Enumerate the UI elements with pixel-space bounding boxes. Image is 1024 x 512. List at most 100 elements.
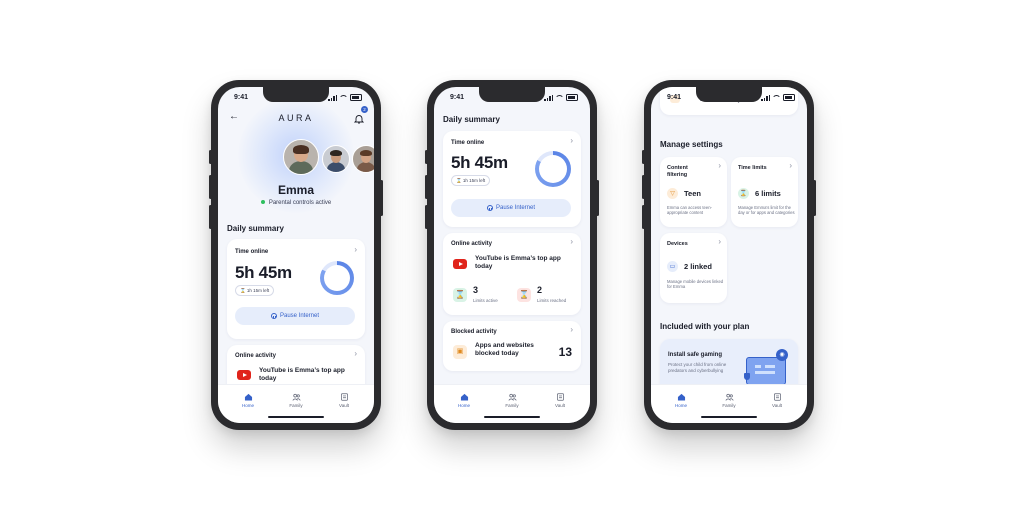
limits-reached-label: Limits reached: [537, 298, 567, 303]
tab-vault[interactable]: Vault: [762, 393, 792, 408]
limits-reached-icon: ⌛: [517, 288, 531, 302]
avatar-child-2[interactable]: [322, 145, 350, 173]
tab-vault[interactable]: Vault: [545, 393, 575, 408]
blocked-activity-text: Apps and websites blocked today: [475, 342, 534, 357]
vault-icon: [340, 393, 348, 401]
devices-title: Devices: [667, 241, 688, 247]
hourglass-icon: ⌛: [738, 188, 749, 199]
content-filtering-desc: Emma can access teen-appropriate content: [667, 205, 712, 216]
phone-mockup-settings: Blocked today 9:41 Manage settings Conte…: [642, 80, 816, 430]
online-activity-card[interactable]: Online activity › YouTube is Emma’s top …: [443, 233, 581, 315]
time-online-card[interactable]: Time online › 5h 45m ⌛ 1h 15m left Pause…: [443, 131, 581, 227]
tab-home[interactable]: Home: [449, 393, 479, 408]
devices-value: 2 linked: [684, 262, 712, 271]
devices-icon: ▭: [667, 261, 678, 272]
tab-bar: Home Family Vault: [651, 384, 807, 423]
tab-bar: Home Family Vault: [218, 384, 374, 423]
chevron-right-icon: ›: [570, 237, 573, 246]
safe-gaming-desc: Protect your child from online predators…: [668, 362, 727, 373]
time-online-title: Time online: [451, 140, 485, 146]
chevron-right-icon: ›: [718, 237, 721, 246]
time-progress-ring: [535, 151, 571, 187]
blocked-icon: ▣: [453, 345, 467, 359]
time-limits-card[interactable]: Time limits › ⌛ 6 limits Manage Emma’s l…: [731, 157, 798, 227]
limits-active-label: Limits active: [473, 298, 498, 303]
tab-family[interactable]: Family: [714, 393, 744, 408]
included-plan-heading: Included with your plan: [660, 322, 750, 331]
time-progress-ring: [320, 261, 354, 295]
pause-icon: [486, 205, 493, 211]
tab-vault[interactable]: Vault: [329, 393, 359, 408]
chevron-right-icon: ›: [354, 245, 357, 254]
vault-icon: [773, 393, 781, 401]
status-icons: [544, 94, 578, 101]
daily-summary-heading: Daily summary: [443, 115, 500, 124]
vault-icon: [556, 393, 564, 401]
pause-internet-button[interactable]: Pause Internet: [235, 307, 355, 325]
blocked-count: 13: [558, 345, 572, 359]
phone-mockup-profile: 9:41 ← AURA 2 Emma Parental controls act…: [209, 80, 383, 430]
avatar-child-3[interactable]: [352, 145, 374, 173]
tab-home[interactable]: Home: [233, 393, 263, 408]
hourglass-icon: ⌛: [240, 287, 247, 293]
online-dot: [260, 200, 265, 205]
limits-active-icon: ⌛: [453, 288, 467, 302]
manage-settings-heading: Manage settings: [660, 140, 723, 149]
time-limits-desc: Manage Emma’s limit for the day or for a…: [738, 205, 795, 216]
pause-icon: [270, 313, 277, 319]
chevron-right-icon: ›: [570, 136, 573, 145]
status-time: 9:41: [667, 94, 682, 101]
shield-icon: [744, 373, 750, 380]
status-time: 9:41: [234, 94, 249, 101]
content-filtering-card[interactable]: Content filtering › ▽ Teen Emma can acce…: [660, 157, 727, 227]
family-icon: [291, 393, 301, 401]
tab-family[interactable]: Family: [497, 393, 527, 408]
online-activity-text: YouTube is Emma’s top app today: [475, 255, 561, 270]
time-online-title: Time online: [235, 249, 269, 255]
time-online-value: 5h 45m: [235, 263, 292, 282]
time-online-value: 5h 45m: [451, 153, 508, 172]
profile-status: Parental controls active: [218, 200, 374, 206]
youtube-icon: [453, 259, 467, 269]
status-icons: [328, 94, 362, 101]
screen: Blocked today 9:41 Manage settings Conte…: [651, 87, 807, 423]
tab-bar: Home Family Vault: [434, 384, 590, 423]
online-activity-title: Online activity: [235, 353, 277, 359]
daily-summary-heading: Daily summary: [227, 224, 284, 233]
chevron-right-icon: ›: [354, 349, 357, 358]
blocked-activity-title: Blocked activity: [451, 329, 497, 335]
filter-icon: ▽: [667, 188, 678, 199]
time-left-pill: ⌛ 1h 15m left: [451, 175, 491, 186]
home-icon: [677, 393, 685, 401]
pause-internet-button[interactable]: Pause Internet: [451, 199, 571, 217]
limits-active-count: 3: [473, 285, 479, 295]
time-limits-title: Time limits: [738, 165, 767, 171]
hourglass-icon: ⌛: [456, 177, 463, 183]
tab-home[interactable]: Home: [666, 393, 696, 408]
notifications-bell-icon[interactable]: 2: [353, 106, 368, 124]
content-filtering-value: Teen: [684, 189, 701, 198]
limits-reached-count: 2: [537, 285, 543, 295]
blocked-activity-card[interactable]: Blocked activity › ▣ Apps and websites b…: [443, 321, 581, 371]
profile-name: Emma: [277, 183, 315, 197]
time-left-pill: ⌛ 1h 15m left: [235, 285, 275, 296]
aura-logo: AURA: [278, 113, 314, 123]
tab-family[interactable]: Family: [281, 393, 311, 408]
gamepad-icon: ◉: [776, 349, 788, 361]
phone-mockup-summary: 9:41 Daily summary Time online › 5h 45m …: [425, 80, 599, 430]
online-activity-title: Online activity: [451, 241, 493, 247]
status-icons: [761, 94, 795, 101]
home-icon: [460, 393, 468, 401]
chevron-right-icon: ›: [718, 161, 721, 170]
status-time: 9:41: [450, 94, 465, 101]
online-activity-text: YouTube is Emma’s top app today: [259, 367, 345, 382]
home-icon: [244, 393, 252, 401]
time-limits-value: 6 limits: [755, 189, 781, 198]
screen: 9:41 ← AURA 2 Emma Parental controls act…: [218, 87, 374, 423]
safe-gaming-title: Install safe gaming: [668, 352, 723, 358]
avatar-emma[interactable]: [283, 139, 319, 175]
family-icon: [724, 393, 734, 401]
gaming-illustration: [746, 357, 786, 385]
time-online-card[interactable]: Time online › 5h 45m ⌛ 1h 15m left Pause…: [227, 239, 365, 339]
devices-card[interactable]: Devices › ▭ 2 linked Manage mobile devic…: [660, 233, 727, 303]
